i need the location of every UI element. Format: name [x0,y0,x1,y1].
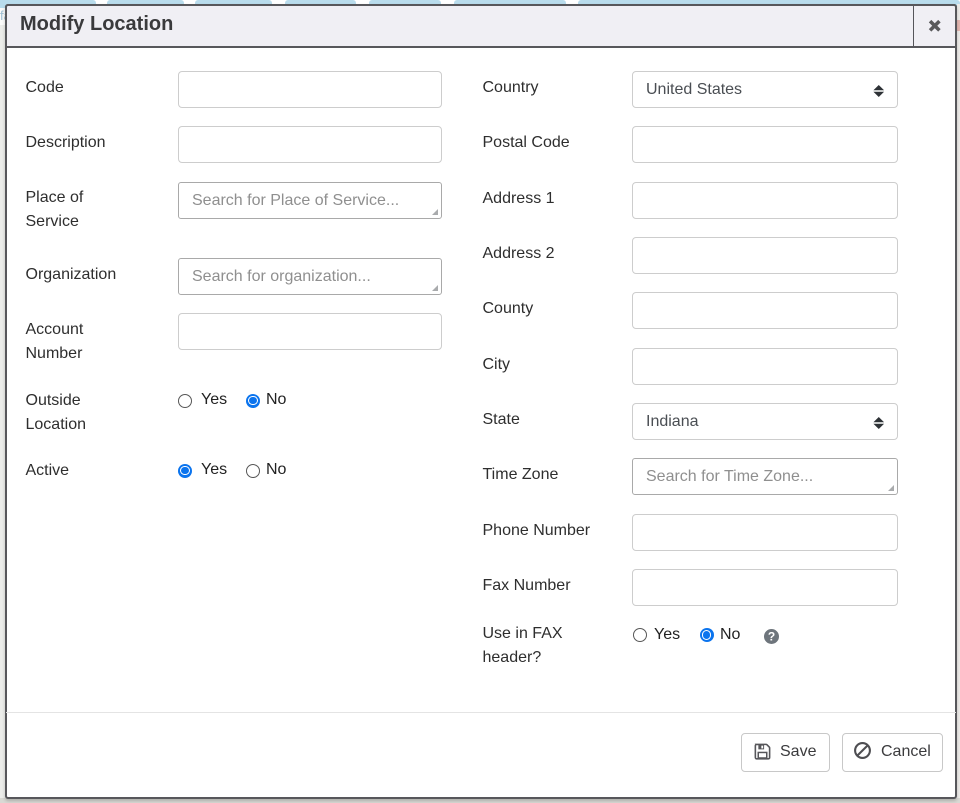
svg-text:?: ? [767,629,774,643]
